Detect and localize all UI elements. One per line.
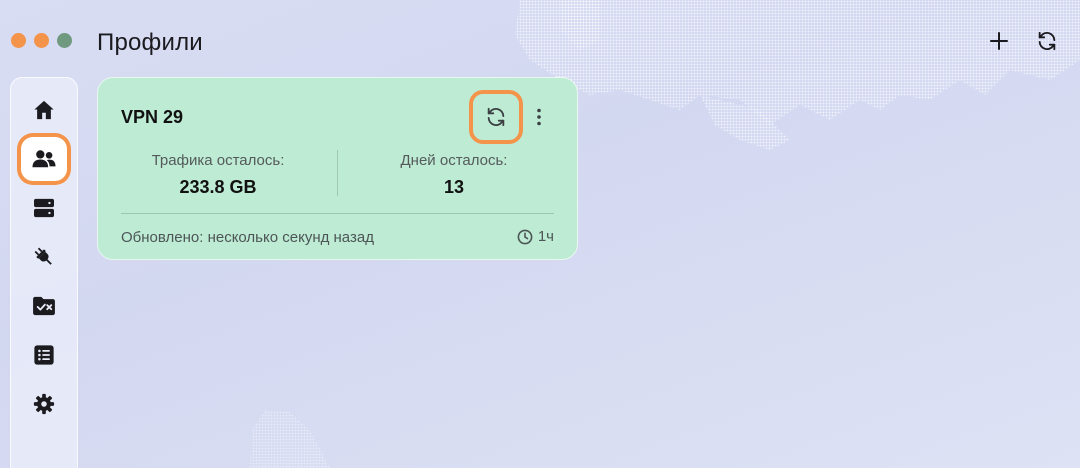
add-profile-button[interactable] xyxy=(986,28,1012,54)
sidebar-item-profiles[interactable] xyxy=(21,137,67,181)
top-actions xyxy=(986,28,1060,54)
updated-text: Обновлено: несколько секунд назад xyxy=(121,229,374,246)
traffic-stat: Трафика осталось: 233.8 GB xyxy=(98,152,338,198)
minimize-window-button[interactable] xyxy=(34,33,49,48)
card-divider xyxy=(121,213,554,214)
server-icon xyxy=(34,198,54,218)
refresh-icon xyxy=(487,107,505,127)
plus-icon xyxy=(990,32,1008,50)
profile-more-button[interactable] xyxy=(530,104,548,130)
sidebar-item-servers[interactable] xyxy=(21,186,67,230)
folder-check-icon xyxy=(33,296,55,316)
clock-icon xyxy=(517,229,533,244)
plug-icon xyxy=(34,247,52,265)
sidebar xyxy=(10,77,78,468)
sidebar-item-rules[interactable] xyxy=(21,284,67,328)
home-icon xyxy=(34,100,54,120)
users-icon xyxy=(32,150,56,168)
window-controls xyxy=(11,33,72,48)
traffic-value: 233.8 GB xyxy=(179,177,257,197)
refresh-all-button[interactable] xyxy=(1034,28,1060,54)
sidebar-item-connections[interactable] xyxy=(21,235,67,279)
days-label: Дней осталось: xyxy=(400,152,508,169)
profile-name: VPN 29 xyxy=(121,107,184,127)
days-stat: Дней осталось: 13 xyxy=(338,152,570,198)
days-value: 13 xyxy=(443,177,465,197)
more-vertical-icon xyxy=(537,108,541,126)
refresh-icon xyxy=(1038,31,1056,51)
update-age-value: 1ч xyxy=(537,228,554,245)
gear-icon xyxy=(33,393,55,415)
profile-refresh-button[interactable] xyxy=(469,90,523,144)
maximize-window-button[interactable] xyxy=(57,33,72,48)
sidebar-item-settings[interactable] xyxy=(21,382,67,426)
page-title: Профили xyxy=(97,29,203,56)
sidebar-item-logs[interactable] xyxy=(21,333,67,377)
sidebar-item-home[interactable] xyxy=(21,88,67,132)
profile-card[interactable]: VPN 29 Трафика осталось: 233.8 GB Дней о… xyxy=(97,77,578,260)
traffic-label: Трафика осталось: xyxy=(151,152,285,169)
close-window-button[interactable] xyxy=(11,33,26,48)
list-icon xyxy=(34,345,54,365)
update-age: 1ч xyxy=(517,228,554,245)
